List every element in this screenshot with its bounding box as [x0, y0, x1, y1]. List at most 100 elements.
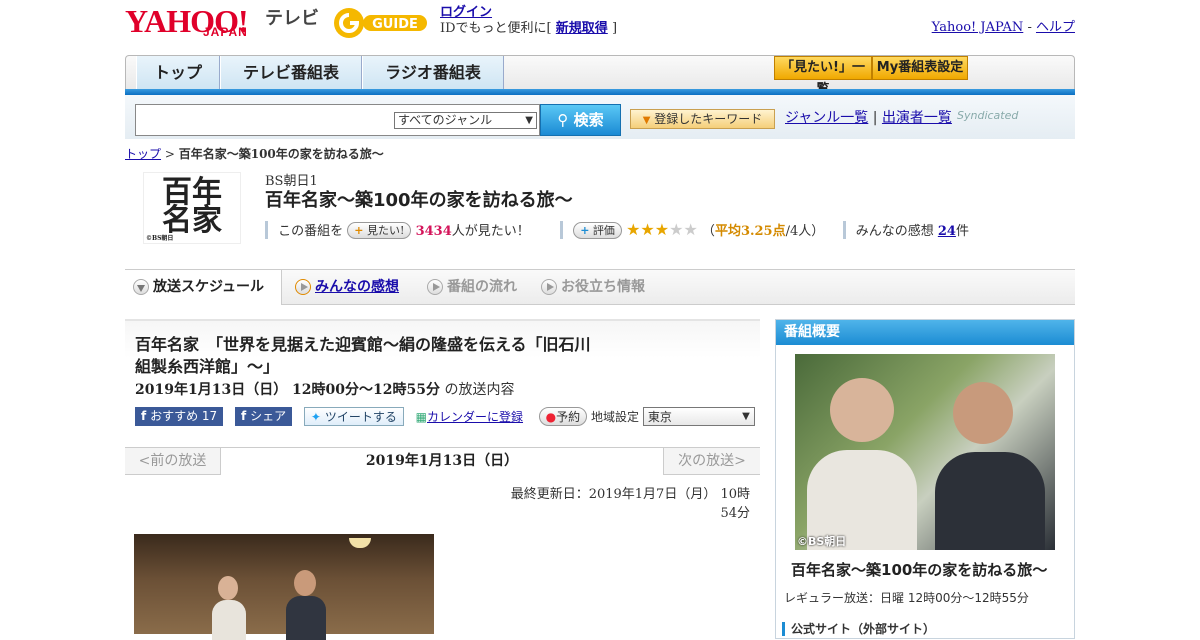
section-tabs: 放送スケジュール みんなの感想 番組の流れ お役立ち情報: [125, 269, 1075, 305]
register-link[interactable]: 新規取得: [556, 21, 608, 36]
syndicated-label: Syndicated: [957, 109, 1019, 122]
last-updated: 最終更新日：2019年1月7日（月） 10時54分: [510, 487, 750, 521]
breadcrumb-sep: >: [164, 147, 175, 161]
tab-useful-info: お役立ち情報: [533, 270, 663, 305]
want-count: 3434: [415, 224, 452, 239]
rating-count: /4人）: [785, 224, 825, 239]
tweet-button[interactable]: ✦ ツイートする: [303, 407, 404, 426]
broadcast-pager: <前の放送 2019年1月13日（日） 次の放送>: [125, 447, 760, 475]
divider: [842, 221, 846, 239]
program-thumbnail: 百年名家 ©BS朝日: [143, 172, 241, 244]
tab-program-flow: 番組の流れ: [419, 270, 531, 305]
tab-label: お役立ち情報: [561, 279, 645, 295]
performer-list-link[interactable]: 出演者一覧: [882, 110, 952, 126]
breadcrumb-top[interactable]: トップ: [125, 147, 161, 161]
episode-date: 2019年1月13日（日） 12時00分～12時55分: [135, 382, 440, 398]
tab-label: 放送スケジュール: [153, 279, 265, 295]
overview-title: 百年名家～築100年の家を訪ねる旅～: [791, 561, 1048, 579]
play-icon: [427, 279, 443, 295]
search-button-label: 検索: [573, 111, 604, 129]
program-actions: この番組を + 見たい! 3434人が見たい！ + 評価 ★★★★★ （平均3.…: [265, 220, 969, 242]
person-woman-body: [212, 600, 246, 640]
person-man-body: [935, 452, 1045, 550]
person-man-body: [286, 596, 326, 640]
calendar-icon: ▦: [415, 410, 427, 424]
chevron-down-icon: ▼: [742, 411, 750, 422]
facebook-icon: f: [241, 409, 247, 423]
rate-button-label: 評価: [592, 224, 615, 237]
episode-date-suffix: の放送内容: [444, 382, 515, 398]
my-schedule-button[interactable]: My番組表設定: [872, 56, 968, 80]
overview-heading: 番組概要: [776, 320, 1074, 345]
want-button-label: 見たい!: [367, 224, 405, 237]
mitai-list-button[interactable]: 「見たい!」一覧: [774, 56, 872, 97]
tweet-label: ツイートする: [324, 410, 397, 424]
chevron-down-icon: ▼: [525, 115, 533, 126]
gguide-logo[interactable]: GUIDE: [333, 5, 433, 41]
login-link[interactable]: ログイン: [440, 5, 492, 20]
rate-button[interactable]: + 評価: [573, 222, 622, 239]
thumbnail-credit: ©BS朝日: [146, 235, 174, 242]
facebook-recommend-button[interactable]: f おすすめ 17: [135, 407, 224, 426]
region-select[interactable]: 東京 ▼: [642, 407, 755, 426]
rating-open: （: [701, 224, 715, 239]
episode-datetime: 2019年1月13日（日） 12時00分～12時55分 の放送内容: [135, 379, 514, 399]
genre-select[interactable]: すべてのジャンル ▼: [394, 112, 537, 129]
region-value: 東京: [647, 410, 672, 424]
nav-tab-radio-schedule[interactable]: ラジオ番組表: [362, 56, 504, 89]
reserve-label: 予約: [556, 410, 581, 424]
breadcrumb-current: 百年名家～築100年の家を訪ねる旅～: [178, 147, 384, 161]
tab-label: みんなの感想: [315, 279, 399, 295]
genre-select-value: すべてのジャンル: [398, 113, 493, 127]
search-links-divider: |: [872, 110, 878, 126]
help-link[interactable]: ヘルプ: [1036, 20, 1075, 35]
nav-tab-tv-schedule[interactable]: テレビ番組表: [220, 56, 362, 89]
keyword-button-label: 登録したキーワード: [654, 112, 763, 126]
yahoo-japan-link[interactable]: Yahoo! JAPAN: [932, 20, 1024, 35]
comments-count-link[interactable]: 24: [938, 224, 956, 239]
gguide-text: GUIDE: [372, 17, 418, 32]
share-label: シェア: [250, 409, 287, 423]
want-suffix: 人が見たい！: [451, 224, 530, 239]
pager-current-date: 2019年1月13日（日）: [220, 448, 664, 475]
search-icon: ⚲: [557, 111, 569, 129]
plus-icon: +: [580, 224, 590, 237]
play-icon: [541, 279, 557, 295]
star-icon: ★: [640, 220, 655, 239]
search-input[interactable]: すべてのジャンル ▼: [135, 104, 540, 136]
channel-name: BS朝日1: [265, 174, 318, 189]
overview-regular-schedule: レギュラー放送：日曜 12時00分～12時55分: [784, 591, 1029, 605]
reserve-button[interactable]: ●予約: [538, 407, 588, 426]
recommend-count: 17: [201, 409, 218, 423]
star-empty-icon: ★: [669, 220, 684, 239]
person-man: [953, 382, 1013, 444]
search-bar: すべてのジャンル ▼ ⚲ 検索 ▼ 登録したキーワード ジャンル一覧 | 出演者…: [125, 95, 1075, 139]
login-promo-close: ]: [611, 21, 618, 36]
header-links-sep: -: [1027, 20, 1032, 35]
episode-photo: [134, 534, 434, 640]
photo-credit: ©BS朝日: [797, 535, 847, 548]
login-box: ログイン IDでもっと便利に[ 新規取得 ]: [440, 5, 617, 37]
calendar-link[interactable]: カレンダーに登録: [427, 410, 523, 424]
next-broadcast[interactable]: 次の放送>: [664, 448, 760, 475]
search-button[interactable]: ⚲ 検索: [540, 104, 621, 136]
comments-prefix: みんなの感想: [855, 224, 934, 239]
person-woman: [218, 576, 238, 600]
official-site-link[interactable]: 公式サイト（外部サイト）: [782, 622, 935, 636]
prev-broadcast[interactable]: <前の放送: [125, 448, 220, 475]
want-button[interactable]: + 見たい!: [347, 222, 412, 239]
divider: [265, 221, 268, 239]
keyword-button[interactable]: ▼ 登録したキーワード: [630, 109, 775, 129]
plus-icon: +: [354, 224, 364, 237]
recommend-label: おすすめ: [150, 409, 199, 423]
rating-average: 平均3.25点: [714, 224, 786, 239]
region-label: 地域設定: [591, 410, 640, 424]
genre-list-link[interactable]: ジャンル一覧: [785, 110, 868, 126]
thumbnail-text: 百年名家: [162, 175, 222, 238]
overview-photo: ©BS朝日: [795, 354, 1055, 550]
tab-comments[interactable]: みんなの感想: [287, 270, 417, 305]
tab-label: 番組の流れ: [447, 279, 517, 295]
tab-schedule[interactable]: 放送スケジュール: [125, 270, 282, 305]
nav-tab-top[interactable]: トップ: [136, 56, 220, 89]
facebook-share-button[interactable]: f シェア: [235, 407, 293, 426]
